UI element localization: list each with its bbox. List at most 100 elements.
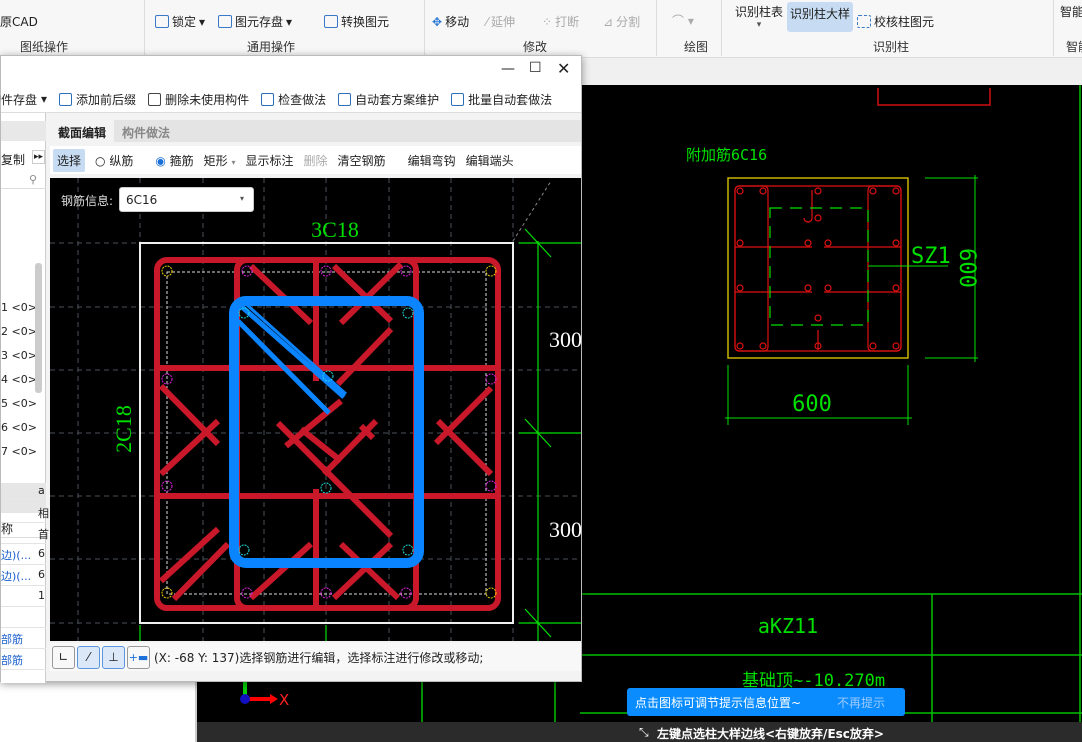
shape-dropdown[interactable]: 矩形 ▾ [204, 152, 236, 169]
table-row[interactable]: a [1, 481, 46, 502]
dim-width-label: 600 [792, 392, 832, 417]
table-row[interactable]: 相 [1, 502, 49, 523]
ribbon: 原CAD 图纸操作 锁定 ▾ 图元存盘 ▾ 转换图元 通用操作 ✥ 移动 ⁄ 延伸 … [0, 0, 1082, 58]
check-icon [857, 15, 871, 28]
save-element-button[interactable]: 图元存盘 ▾ [218, 13, 292, 30]
identify-column-table-button[interactable]: 识别柱表 ▾ [735, 3, 783, 30]
copy-button[interactable]: 复制 [1, 151, 25, 168]
convert-element-button[interactable]: 转换图元 [324, 13, 389, 30]
move-icon: ✥ [432, 14, 443, 29]
command-bar: ⤡ 左键点选柱大样边线<右键放弃/Esc放弃> [197, 722, 1082, 742]
edit-hook-button[interactable]: 编辑弯钩 [408, 152, 456, 169]
radio-stirrup[interactable]: ◉ 箍筋 [155, 152, 193, 169]
divider [656, 0, 657, 56]
divider [1053, 0, 1054, 56]
dialog-titlebar: — ☐ ✕ [1, 56, 581, 86]
dismiss-hint-button[interactable]: 不再提示 [837, 694, 885, 711]
add-prefix-button[interactable]: 添加前后缀 [59, 91, 136, 108]
axis-x-label: X [279, 691, 289, 709]
tab-component-method[interactable]: 构件做法 [114, 120, 178, 142]
line-snap-button[interactable]: ⁄ [77, 645, 100, 669]
group-label: 绘图 [684, 40, 709, 54]
convert-icon [324, 15, 338, 28]
split-icon: ⊿ [603, 14, 614, 29]
divider [424, 0, 425, 56]
section-tabs: 截面编辑 构件做法 [50, 120, 581, 142]
dim-label-1: 300 [549, 327, 581, 352]
list-item[interactable]: 4 <0> [1, 373, 37, 386]
command-prompt: 左键点选柱大样边线<右键放弃/Esc放弃> [657, 727, 884, 741]
batch-auto-button[interactable]: 批量自动套做法 [451, 91, 552, 108]
split-button[interactable]: ⊿ 分割 [603, 13, 640, 30]
group-label: 图纸操作 [20, 40, 69, 54]
divider [721, 0, 722, 56]
table-row[interactable] [1, 607, 46, 628]
edit-toolbar: 选择 ○ 纵筋 ◉ 箍筋 矩形 ▾ 显示标注 删除 清空钢筋 编辑弯钩 编辑端头 [50, 146, 581, 174]
table-row[interactable]: 边)(... 6 [1, 565, 46, 586]
list-item[interactable]: 5 <0> [1, 397, 37, 410]
list-item[interactable]: 2 <0> [1, 325, 37, 338]
save-icon [218, 15, 232, 28]
table-row[interactable]: 部筋 [1, 649, 46, 670]
list-item[interactable]: 7 <0> [1, 445, 37, 458]
clear-rebar-button[interactable]: 清空钢筋 [338, 152, 386, 169]
table-row[interactable]: 首 [1, 523, 49, 544]
list-item[interactable]: 6 <0> [1, 421, 37, 434]
arc-button[interactable]: ⌒ ▾ [672, 12, 694, 29]
section-canvas[interactable]: 3C18 2C18 300 300 钢筋信息: 6C16 ▾ [50, 178, 581, 641]
dim-label-2: 300 [549, 517, 581, 542]
extend-button[interactable]: ⁄ 延伸 [486, 13, 515, 30]
group-label: 修改 [523, 40, 548, 54]
chevron-down-icon: ▾ [240, 194, 245, 203]
table-row[interactable]: 1 [1, 586, 46, 607]
check-column-button[interactable]: 校核柱图元 [857, 13, 934, 30]
select-button[interactable]: 选择 [53, 148, 86, 172]
scheme-icon [338, 92, 352, 106]
group-label: 智能 [1066, 40, 1082, 54]
check-method-button[interactable]: 检查做法 [261, 91, 326, 108]
auto-scheme-button[interactable]: 自动套方案维护 [338, 91, 439, 108]
break-button[interactable]: ⁘ 打断 [542, 13, 579, 30]
search-icon[interactable]: ⚲ [29, 173, 37, 186]
group-label: 识别柱 [873, 40, 910, 54]
delete-unused-button[interactable]: 删除未使用构件 [148, 91, 249, 108]
maximize-button[interactable]: ☐ [529, 60, 542, 76]
tab-section-edit[interactable]: 截面编辑 [50, 120, 115, 142]
rebar-info-select[interactable]: 6C16 ▾ [119, 187, 254, 212]
batch-icon [451, 92, 465, 106]
table-row[interactable]: 部筋 [1, 628, 46, 649]
detail-name-label: aKZ11 [758, 614, 818, 638]
extend-icon: ⁄ [486, 14, 489, 29]
list-item[interactable]: 1 <0> [1, 301, 37, 314]
list-icon [59, 92, 73, 106]
identify-column-detail-button[interactable]: 识别柱大样 [787, 2, 854, 32]
pin-icon[interactable]: ⤡ [639, 725, 649, 740]
radio-longitudinal[interactable]: ○ 纵筋 [95, 152, 133, 169]
expand-icon[interactable]: ▸▸ [32, 150, 46, 164]
list-item[interactable]: 3 <0> [1, 349, 37, 362]
divider [144, 0, 145, 56]
add-label-button[interactable]: +▬ [127, 645, 150, 669]
group-label: 通用操作 [247, 40, 296, 54]
scrollbar[interactable] [35, 263, 42, 393]
component-list: 1 <0> 2 <0> 3 <0> 4 <0> 5 <0> 6 <0> 7 <0… [1, 193, 46, 478]
show-label-button[interactable]: 显示标注 [246, 152, 294, 169]
edit-end-button[interactable]: 编辑端头 [466, 152, 514, 169]
move-button[interactable]: ✥ 移动 [432, 13, 469, 30]
minimize-button[interactable]: — [501, 61, 515, 77]
dialog-toolbar: 构件存盘 ▾ 添加前后缀 删除未使用构件 检查做法 自动套方案维护 批量自动套做… [0, 86, 581, 113]
ortho-mode-button[interactable]: ∟ [52, 645, 75, 669]
side-rebar-label: 2C18 [111, 405, 136, 453]
hint-tooltip: 点击图标可调节提示信息位置~ 不再提示 [627, 688, 905, 716]
delete-button[interactable]: 删除 [304, 152, 328, 169]
close-button[interactable]: ✕ [557, 59, 570, 78]
arc-icon: ⌒ ▾ [672, 14, 694, 28]
break-icon: ⁘ [542, 14, 553, 29]
lock-button[interactable]: 锁定 ▾ [155, 13, 205, 30]
smart-button[interactable]: 智能 [1060, 3, 1082, 20]
perpendicular-snap-button[interactable]: ⊥ [102, 645, 125, 669]
save-component-button[interactable]: 构件存盘 ▾ [0, 91, 47, 108]
column-detail-dialog: — ☐ ✕ 构件存盘 ▾ 添加前后缀 删除未使用构件 检查做法 自动套方案维护 … [0, 55, 582, 683]
table-row[interactable]: 边)(... 6 [1, 544, 46, 565]
ribbon-item-cad[interactable]: 原CAD [0, 13, 38, 30]
